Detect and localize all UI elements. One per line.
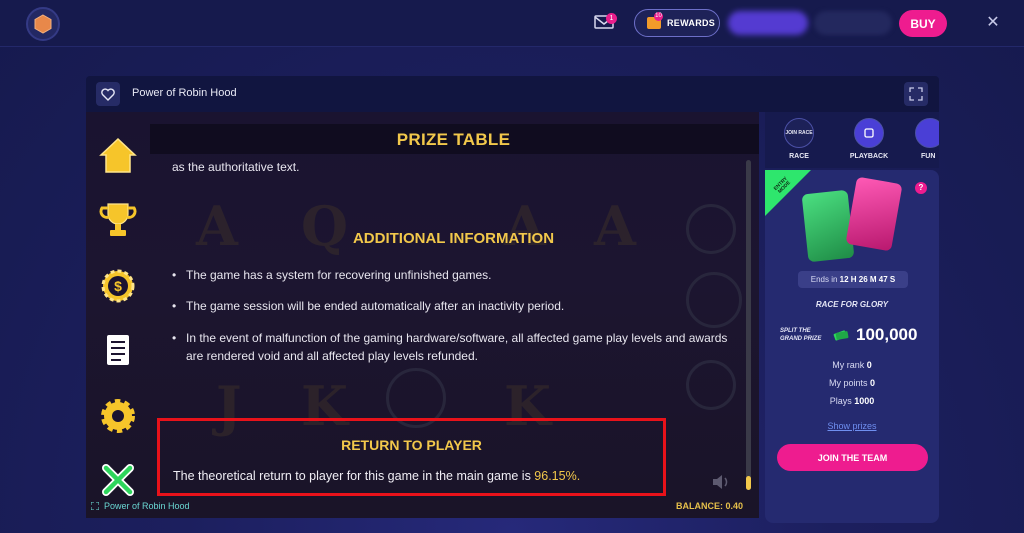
panel-tabs: JOIN RACE RACE PLAYBACK FUN xyxy=(765,112,939,168)
svg-text:$: $ xyxy=(114,278,122,294)
game-header: Power of Robin Hood xyxy=(86,76,939,112)
close-x-icon[interactable] xyxy=(98,460,138,500)
my-rank: My rank 0 xyxy=(765,360,939,370)
fun-icon xyxy=(915,118,939,148)
favorite-button[interactable] xyxy=(96,82,120,106)
background-reel-symbol: A xyxy=(196,194,238,258)
authoritative-text-line: as the authoritative text. xyxy=(172,160,300,174)
my-points-label: My points xyxy=(828,378,868,388)
tab-playback[interactable]: PLAYBACK xyxy=(839,118,899,160)
close-icon[interactable]: ✕ xyxy=(985,15,1001,31)
info-bullet: The game session will be ended automatic… xyxy=(172,297,742,315)
rtp-text: The theoretical return to player for thi… xyxy=(173,469,580,483)
plays-label: Plays xyxy=(829,396,852,406)
expand-icon xyxy=(909,87,923,101)
background-turbo-button xyxy=(686,360,736,410)
background-reel-symbol: A xyxy=(504,194,546,258)
trophy-icon[interactable] xyxy=(98,200,138,240)
info-bullet-text: In the event of malfunction of the gamin… xyxy=(186,331,728,363)
plays-value: 1000 xyxy=(854,396,875,406)
paytable-scroll-icon[interactable] xyxy=(98,330,138,370)
playback-icon xyxy=(854,118,884,148)
info-bullet: In the event of malfunction of the gamin… xyxy=(172,329,742,365)
rewards-label: REWARDS xyxy=(667,18,716,28)
tab-fun-label: FUN xyxy=(921,153,936,160)
info-bullet: The game has a system for recovering unf… xyxy=(172,266,742,284)
split-label-line2: GRAND PRIZE xyxy=(780,336,822,342)
rtp-value: 96.15%. xyxy=(534,469,581,483)
speaker-icon[interactable] xyxy=(711,472,731,492)
footer-game-name: Power of Robin Hood xyxy=(104,501,190,511)
balance-readout: BALANCE: 0.40 xyxy=(676,501,744,511)
background-reel-symbol: A xyxy=(594,194,636,258)
split-prize-label: SPLIT THE GRAND PRIZE xyxy=(780,327,821,343)
info-bullet-text: The game session will be ended automatic… xyxy=(186,299,565,313)
additional-info-heading: ADDITIONAL INFORMATION xyxy=(352,230,555,247)
rewards-badge: 10 xyxy=(654,12,663,21)
my-rank-label: My rank xyxy=(832,360,865,370)
team-card-bird xyxy=(801,189,855,263)
race-icon: JOIN RACE xyxy=(784,118,814,148)
coin-settings-icon[interactable]: $ xyxy=(98,266,138,306)
plays: Plays 1000 xyxy=(765,396,939,406)
cash-stack-icon xyxy=(833,330,849,341)
game-menu-sidebar: $ xyxy=(86,112,150,518)
prize-table-scrollbar[interactable] xyxy=(746,160,751,490)
tab-playback-label: PLAYBACK xyxy=(849,153,889,160)
site-logo-icon[interactable] xyxy=(26,7,60,41)
blurred-coins-pill[interactable] xyxy=(814,11,892,35)
prize-table-title: PRIZE TABLE xyxy=(396,130,511,149)
scrollbar-thumb[interactable] xyxy=(746,476,751,490)
rtp-heading: RETURN TO PLAYER xyxy=(341,437,482,453)
home-icon[interactable] xyxy=(98,136,138,176)
background-reel-symbol: Q xyxy=(301,194,349,258)
race-name: RACE FOR GLORY xyxy=(815,300,889,309)
race-card: ENTRY MODE ? Ends in 12 H 26 M 47 S RACE… xyxy=(765,170,939,523)
tab-fun[interactable]: FUN xyxy=(905,118,939,160)
help-icon[interactable]: ? xyxy=(915,182,927,194)
buy-button[interactable]: BUY xyxy=(899,10,947,37)
split-label-line1: SPLIT THE xyxy=(780,328,811,334)
expand-small-icon xyxy=(91,502,99,510)
ends-prefix: Ends in xyxy=(810,275,838,284)
tab-race[interactable]: JOIN RACE RACE xyxy=(769,118,829,160)
mail-badge: 1 xyxy=(606,13,617,24)
gear-icon[interactable] xyxy=(98,396,138,436)
team-card-boar xyxy=(845,176,903,252)
game-title: Power of Robin Hood xyxy=(132,87,237,99)
ends-time: 12 H 26 M 47 S xyxy=(839,275,896,284)
top-bar: 1 REWARDS 10 BUY ✕ xyxy=(0,0,1024,47)
heart-icon xyxy=(101,87,115,101)
fullscreen-button[interactable] xyxy=(904,82,928,106)
my-rank-value: 0 xyxy=(866,360,872,370)
info-bullet-text: The game has a system for recovering unf… xyxy=(186,268,492,282)
tab-race-label: RACE xyxy=(789,153,809,160)
my-points: My points 0 xyxy=(765,378,939,388)
show-prizes-link[interactable]: Show prizes xyxy=(765,421,939,431)
race-side-panel: JOIN RACE RACE PLAYBACK FUN ENTRY MODE ?… xyxy=(765,112,939,523)
grand-prize-amount: 100,000 xyxy=(856,325,918,344)
join-team-button[interactable]: JOIN THE TEAM xyxy=(777,444,928,471)
game-canvas[interactable]: A Q A A J K K $ PRIZE TABLE as the autho… xyxy=(86,112,759,518)
rewards-button[interactable]: REWARDS xyxy=(634,9,720,37)
race-timer: Ends in 12 H 26 M 47 S xyxy=(798,271,908,288)
rtp-sentence: The theoretical return to player for thi… xyxy=(173,469,531,483)
blurred-balance-pill[interactable] xyxy=(728,11,808,35)
my-points-value: 0 xyxy=(870,378,876,388)
game-footer-title: Power of Robin Hood xyxy=(91,501,190,511)
rtp-highlight-box: RETURN TO PLAYER The theoretical return … xyxy=(157,418,666,496)
